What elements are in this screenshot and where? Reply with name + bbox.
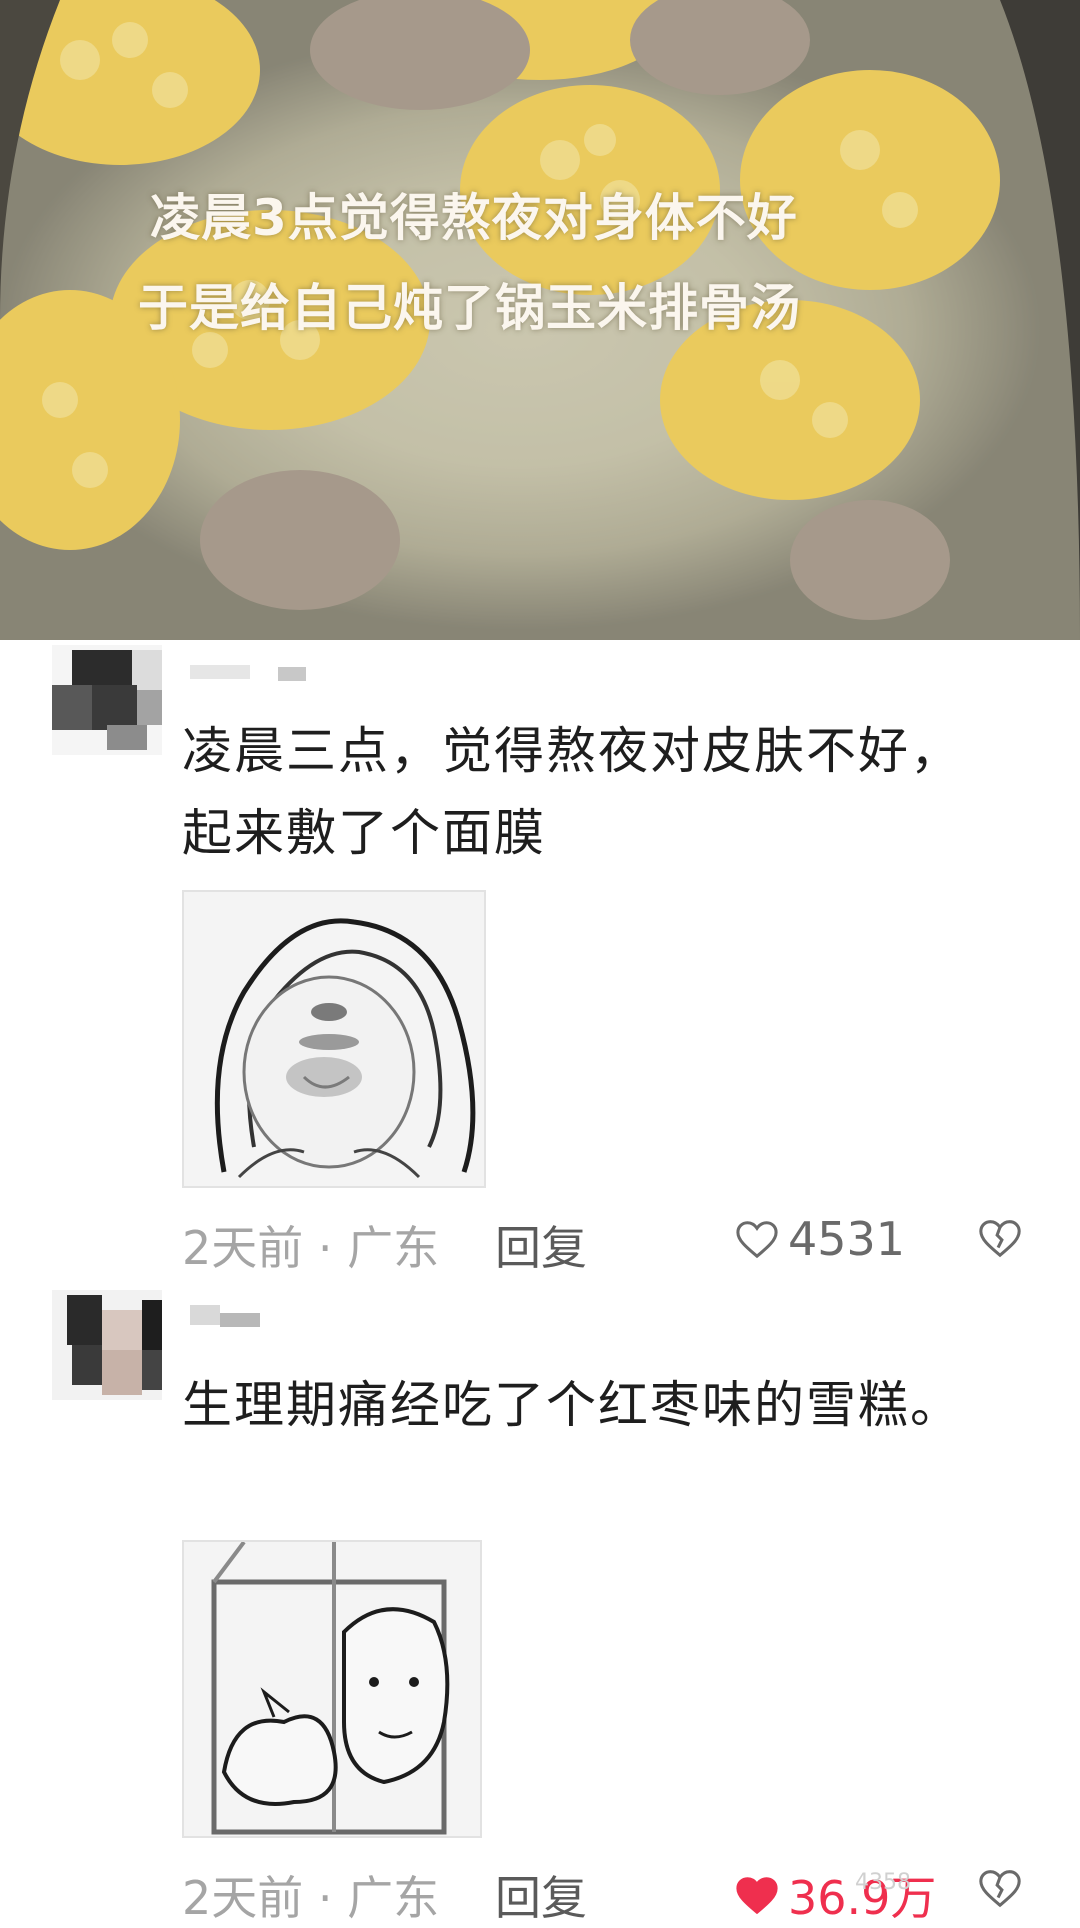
avatar[interactable]	[52, 645, 162, 755]
like-count: 4531	[788, 1212, 906, 1266]
like-button[interactable]: 4531	[734, 1212, 905, 1266]
heart-filled-icon	[736, 1877, 778, 1915]
avatar[interactable]	[52, 1290, 162, 1400]
watermark: 4358	[855, 1870, 911, 1895]
post-image[interactable]: 凌晨3点觉得熬夜对身体不好 于是给自己炖了锅玉米排骨汤	[0, 0, 1080, 640]
reply-button[interactable]: 回复	[495, 1212, 587, 1278]
comment-text: 生理期痛经吃了个红枣味的雪糕。	[182, 1376, 962, 1434]
comment-meta: 2天前 · 广东 回复 4531	[182, 1212, 1052, 1275]
username-blurred[interactable]	[190, 1305, 280, 1327]
comment-text: 凌晨三点，觉得熬夜对皮肤不好，起来敷了个面膜	[182, 722, 962, 862]
reply-button[interactable]: 回复	[495, 1862, 587, 1928]
broken-heart-icon	[979, 1870, 1021, 1908]
face-mask-meme-sticker-icon[interactable]	[182, 890, 486, 1188]
broken-heart-icon	[979, 1220, 1021, 1258]
dislike-button[interactable]	[977, 1216, 1023, 1271]
heart-outline-icon	[736, 1221, 778, 1259]
image-caption-line-1: 凌晨3点觉得熬夜对身体不好	[150, 189, 798, 247]
time-location: 2天前 · 广东	[182, 1221, 440, 1275]
cat-meme-sticker-icon[interactable]	[182, 1540, 482, 1838]
dislike-button[interactable]	[977, 1866, 1023, 1921]
time-location: 2天前 · 广东	[182, 1871, 440, 1925]
image-caption-line-2: 于是给自己炖了锅玉米排骨汤	[138, 279, 801, 337]
username-blurred[interactable]	[190, 663, 310, 685]
comment-meta: 2天前 · 广东 回复 36.9万	[182, 1862, 1052, 1925]
